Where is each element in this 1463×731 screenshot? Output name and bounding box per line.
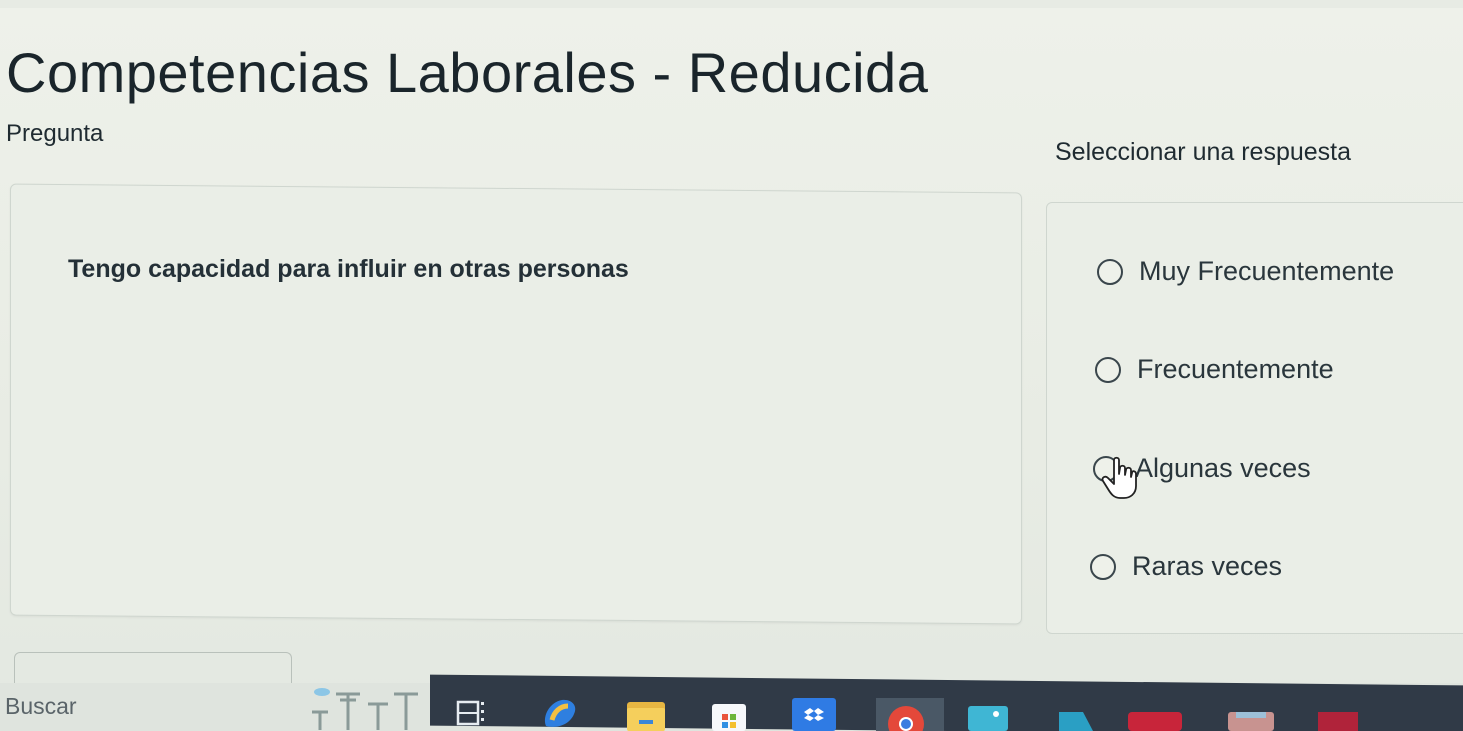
option-label: Raras veces [1132, 551, 1283, 581]
page-title: Competencias Laborales - Reducida [6, 41, 929, 104]
app-icon[interactable] [1055, 706, 1097, 731]
app-icon[interactable] [1128, 708, 1182, 731]
hand-cursor-icon [1101, 456, 1137, 499]
option-label: Frecuentemente [1137, 354, 1334, 384]
radio-button[interactable] [1095, 356, 1121, 383]
question-card [10, 183, 1022, 625]
photos-icon[interactable] [968, 702, 1008, 731]
option-muy-frecuentemente[interactable]: Muy Frecuentemente [1097, 256, 1394, 287]
top-strip [0, 0, 1463, 8]
radio-button[interactable] [1090, 553, 1116, 580]
question-label: Pregunta [6, 120, 104, 147]
copilot-icon[interactable] [540, 696, 582, 731]
option-frecuentemente[interactable]: Frecuentemente [1095, 354, 1334, 385]
file-explorer-icon[interactable] [625, 698, 667, 731]
app-icon[interactable] [1318, 708, 1358, 731]
option-label: Algunas veces [1135, 453, 1311, 483]
app-icon[interactable] [1228, 708, 1274, 731]
chrome-icon[interactable] [876, 698, 944, 731]
option-raras-veces[interactable]: Raras veces [1090, 551, 1282, 582]
answer-prompt: Seleccionar una respuesta [1055, 138, 1352, 166]
dropbox-icon[interactable] [792, 698, 836, 731]
taskbar-apps-area [430, 674, 1463, 731]
task-view-icon[interactable] [455, 697, 487, 729]
radio-button[interactable] [1097, 258, 1123, 285]
store-icon[interactable] [708, 698, 750, 731]
option-label: Muy Frecuentemente [1139, 256, 1395, 286]
question-text: Tengo capacidad para influir en otras pe… [68, 255, 629, 283]
quiz-page: Competencias Laborales - Reducida Pregun… [0, 0, 1463, 731]
scenery-widget-icon[interactable] [308, 682, 423, 731]
taskbar-search[interactable]: Buscar [5, 693, 77, 720]
